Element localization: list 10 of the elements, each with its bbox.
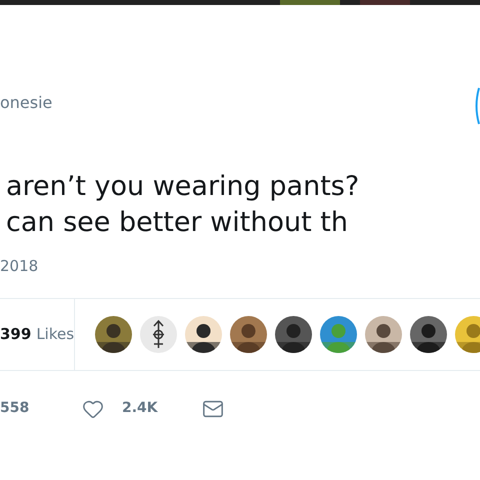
- avatar-icon[interactable]: [140, 316, 178, 352]
- tweet-text: can see better without th: [6, 206, 349, 240]
- tweet-date: 2018: [0, 256, 40, 277]
- likes-count[interactable]: 399: [0, 322, 32, 346]
- user-handle[interactable]: onesie: [0, 93, 480, 113]
- tweet-text: aren’t you wearing pants?: [6, 170, 360, 204]
- likes-label[interactable]: Likes: [36, 322, 74, 346]
- like-count: 2.4K: [122, 399, 158, 418]
- follow-button-edge[interactable]: [474, 86, 480, 126]
- retweet-count: 558: [0, 399, 30, 418]
